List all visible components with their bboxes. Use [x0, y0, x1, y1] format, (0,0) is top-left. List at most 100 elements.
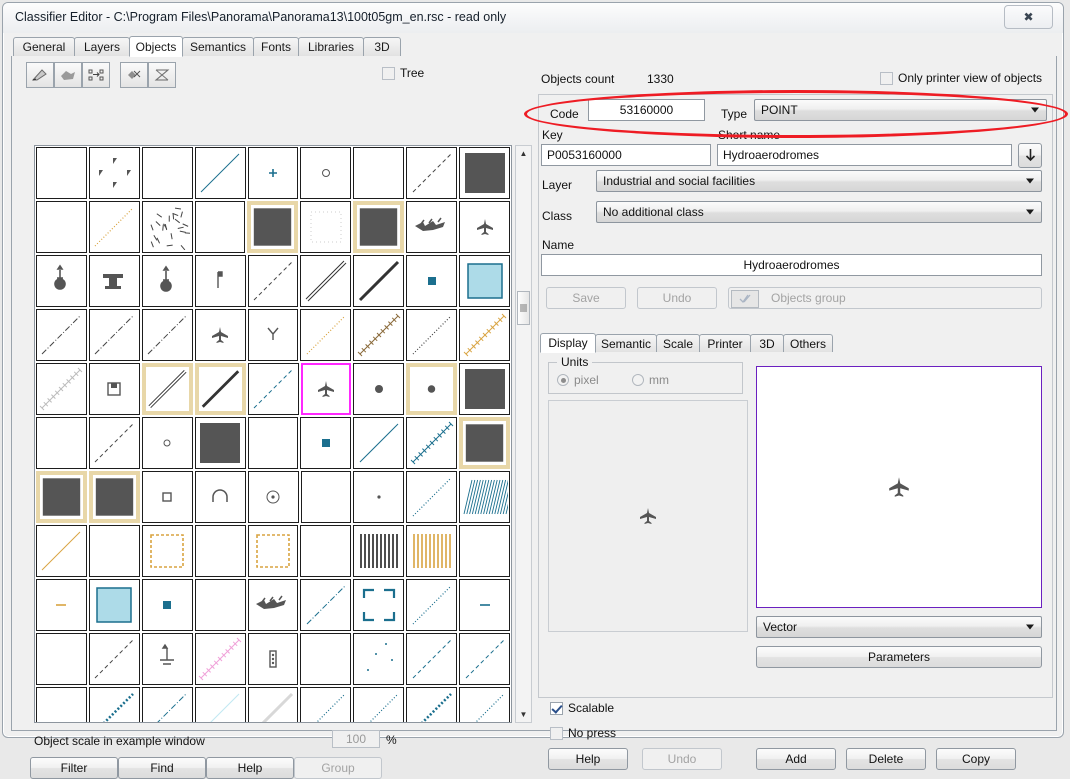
grid-cell[interactable] — [195, 363, 246, 415]
clear-marks-icon[interactable] — [120, 62, 148, 88]
unit-pixel-radio-dot[interactable] — [557, 374, 569, 386]
tab-3d[interactable]: 3D — [363, 37, 401, 56]
grid-cell[interactable] — [89, 417, 140, 469]
class-dropdown[interactable]: No additional class — [596, 201, 1042, 223]
grid-cell[interactable] — [142, 417, 193, 469]
grid-cell[interactable] — [248, 147, 299, 199]
grid-cell[interactable] — [300, 147, 351, 199]
scrollbar-thumb[interactable] — [517, 291, 530, 325]
grid-cell[interactable] — [353, 579, 404, 631]
grid-cell[interactable] — [89, 687, 140, 723]
delete-button[interactable]: Delete — [846, 748, 926, 770]
scalable-checkbox-box[interactable] — [550, 702, 563, 715]
printer-view-checkbox[interactable]: Only printer view of objects — [880, 71, 1042, 85]
grid-cell[interactable] — [300, 579, 351, 631]
grid-cell[interactable] — [459, 633, 510, 685]
grid-cell[interactable] — [89, 363, 140, 415]
grid-cell[interactable] — [36, 633, 87, 685]
grid-cell[interactable] — [195, 687, 246, 723]
move-to-icon[interactable] — [82, 62, 110, 88]
grid-cell[interactable] — [406, 309, 457, 361]
grid-cell[interactable] — [353, 147, 404, 199]
scroll-up-icon[interactable]: ▲ — [516, 146, 531, 161]
find-button[interactable]: Find — [118, 757, 206, 779]
grid-cell[interactable] — [89, 471, 140, 523]
grid-cell[interactable] — [36, 363, 87, 415]
grid-cell[interactable] — [459, 687, 510, 723]
tree-checkbox-box[interactable] — [382, 67, 395, 80]
cancel-selection-icon[interactable] — [148, 62, 176, 88]
grid-cell[interactable] — [406, 579, 457, 631]
grid-cell[interactable] — [353, 201, 404, 253]
grid-cell[interactable] — [142, 147, 193, 199]
grid-cell[interactable] — [195, 579, 246, 631]
grid-cell[interactable] — [353, 417, 404, 469]
grid-cell[interactable] — [89, 309, 140, 361]
no-press-checkbox[interactable]: No press — [550, 726, 616, 740]
copy-button[interactable]: Copy — [936, 748, 1016, 770]
grid-cell[interactable] — [353, 687, 404, 723]
grid-cell[interactable] — [142, 201, 193, 253]
grid-cell[interactable] — [406, 471, 457, 523]
insert-down-button[interactable] — [1018, 143, 1042, 168]
grid-cell[interactable] — [195, 201, 246, 253]
grid-cell[interactable] — [300, 417, 351, 469]
grid-cell[interactable] — [248, 579, 299, 631]
tab-objects[interactable]: Objects — [129, 36, 183, 57]
filter-button[interactable]: Filter — [30, 757, 118, 779]
grid-cell[interactable] — [142, 579, 193, 631]
grid-cell[interactable] — [406, 525, 457, 577]
tab-semantics[interactable]: Semantics — [182, 37, 254, 56]
grid-cell[interactable] — [248, 633, 299, 685]
grid-cell[interactable] — [406, 633, 457, 685]
grid-cell[interactable] — [300, 309, 351, 361]
grid-cell[interactable] — [142, 687, 193, 723]
grid-cell[interactable] — [36, 417, 87, 469]
grid-cell[interactable] — [406, 147, 457, 199]
parameters-button[interactable]: Parameters — [756, 646, 1042, 668]
layer-dropdown[interactable]: Industrial and social facilities — [596, 170, 1042, 192]
object-symbol-grid[interactable] — [34, 145, 512, 723]
inner-tab-display[interactable]: Display — [540, 333, 596, 353]
grid-cell[interactable] — [353, 633, 404, 685]
grid-cell[interactable] — [195, 309, 246, 361]
grid-cell[interactable] — [195, 633, 246, 685]
edit-pen-icon[interactable] — [26, 62, 54, 88]
vector-dropdown[interactable]: Vector — [756, 616, 1042, 638]
grid-cell[interactable] — [89, 201, 140, 253]
unit-pixel-radio[interactable]: pixel — [557, 373, 599, 387]
grid-cell[interactable] — [195, 471, 246, 523]
grid-cell[interactable] — [459, 255, 510, 307]
grid-cell[interactable] — [353, 255, 404, 307]
grid-cell[interactable] — [89, 525, 140, 577]
grid-cell[interactable] — [459, 147, 510, 199]
grid-cell[interactable] — [459, 579, 510, 631]
grid-cell[interactable] — [36, 255, 87, 307]
name-input[interactable]: Hydroaerodromes — [541, 254, 1042, 276]
grid-cell[interactable] — [406, 255, 457, 307]
inner-tab-scale[interactable]: Scale — [656, 334, 700, 352]
grid-cell[interactable] — [195, 525, 246, 577]
grid-cell[interactable] — [89, 147, 140, 199]
grid-cell[interactable] — [36, 525, 87, 577]
grid-cell[interactable] — [36, 579, 87, 631]
grid-cell[interactable] — [36, 471, 87, 523]
grid-cell[interactable] — [406, 687, 457, 723]
grid-cell[interactable] — [300, 525, 351, 577]
grid-cell[interactable] — [89, 255, 140, 307]
grid-cell[interactable] — [248, 687, 299, 723]
grid-cell[interactable] — [142, 255, 193, 307]
inner-tab-3d[interactable]: 3D — [750, 334, 784, 352]
grid-cell[interactable] — [248, 471, 299, 523]
scroll-down-icon[interactable]: ▼ — [516, 707, 531, 722]
grid-cell[interactable] — [406, 363, 457, 415]
grid-cell[interactable] — [142, 363, 193, 415]
grid-cell[interactable] — [300, 255, 351, 307]
grid-cell[interactable] — [248, 417, 299, 469]
grid-cell[interactable] — [36, 201, 87, 253]
grid-cell[interactable] — [459, 201, 510, 253]
grid-cell[interactable] — [248, 525, 299, 577]
scalable-checkbox[interactable]: Scalable — [550, 701, 614, 715]
grid-cell[interactable] — [459, 417, 510, 469]
tab-fonts[interactable]: Fonts — [253, 37, 299, 56]
